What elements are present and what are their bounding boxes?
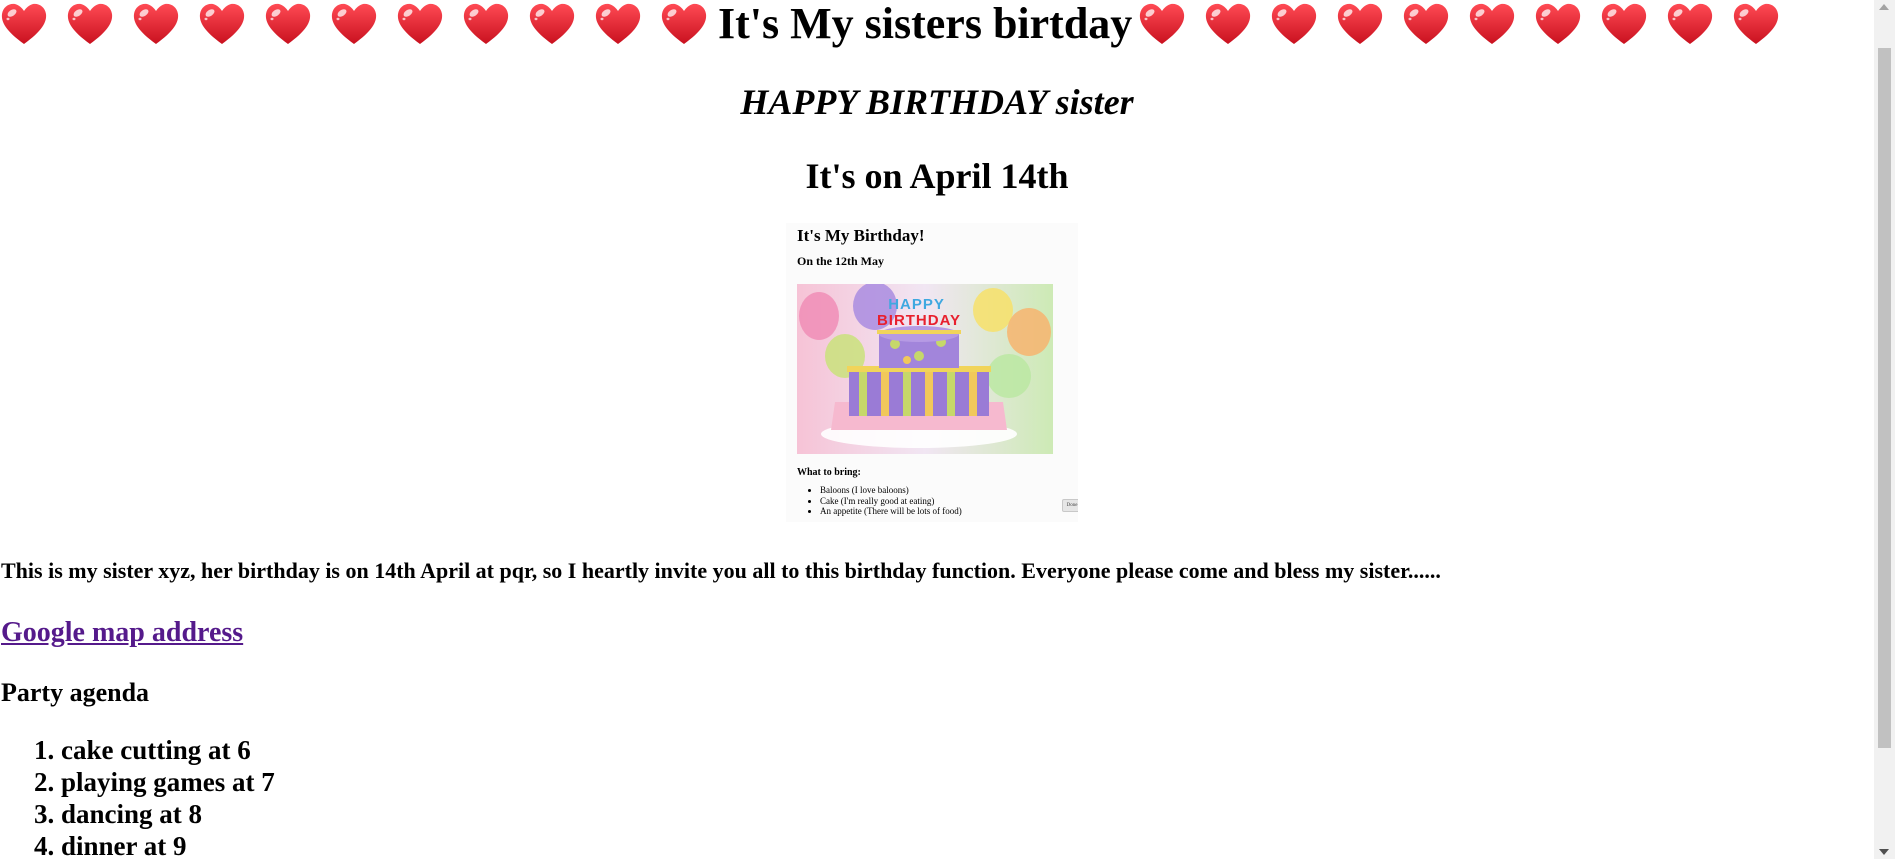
heart-icon <box>1666 2 1714 46</box>
heart-icon <box>660 2 708 46</box>
card-button: Done <box>1062 499 1078 512</box>
cake-topper-text: HAPPY BIRTHDAY <box>877 296 961 329</box>
bring-list: Baloons (I love baloons) Cake (I'm reall… <box>808 485 962 517</box>
heart-icon <box>1732 2 1780 46</box>
heart-icon <box>1534 2 1582 46</box>
list-item: An appetite (There will be lots of food) <box>820 506 962 517</box>
card-title: It's My Birthday! <box>797 226 925 245</box>
heart-icon <box>1204 2 1252 46</box>
heart-icon <box>528 2 576 46</box>
card-date: On the 12th May <box>797 254 884 268</box>
heart-icon <box>1336 2 1384 46</box>
page-title: It's My sisters birtday <box>718 0 1133 48</box>
intro-text: This is my sister xyz, her birthday is o… <box>1 558 1441 583</box>
scrollbar-thumb[interactable] <box>1878 48 1891 748</box>
scroll-down-arrow-icon[interactable] <box>1879 849 1889 855</box>
agenda-list: cake cutting at 6 playing games at 7 dan… <box>0 734 275 859</box>
agenda-item: dancing at 8 <box>61 798 275 830</box>
agenda-item: cake cutting at 6 <box>61 734 275 766</box>
heart-icon <box>396 2 444 46</box>
agenda-heading: Party agenda <box>1 678 150 707</box>
list-item: Cake (I'm really good at eating) <box>820 496 962 507</box>
heart-icon <box>1468 2 1516 46</box>
heart-icon <box>66 2 114 46</box>
heart-icon <box>1138 2 1186 46</box>
heart-icon <box>264 2 312 46</box>
heart-icon <box>1600 2 1648 46</box>
heart-icon <box>462 2 510 46</box>
title-row: It's My sisters birtday <box>0 0 1874 48</box>
heart-icon <box>594 2 642 46</box>
list-item: Baloons (I love baloons) <box>820 485 962 496</box>
heart-icon <box>132 2 180 46</box>
bring-label: What to bring: <box>797 467 861 478</box>
heart-icon <box>330 2 378 46</box>
page: It's My sisters birtday HAPPY BIRTHDAY s… <box>0 0 1874 859</box>
heart-icon <box>1402 2 1450 46</box>
vertical-scrollbar[interactable] <box>1874 0 1895 859</box>
subtitle: HAPPY BIRTHDAY sister <box>740 82 1134 122</box>
google-map-link[interactable]: Google map address <box>1 615 243 651</box>
cake-photo: HAPPY BIRTHDAY <box>797 284 1053 454</box>
agenda-item: playing games at 7 <box>61 766 275 798</box>
agenda-item: dinner at 9 <box>61 830 275 859</box>
heart-icon <box>1270 2 1318 46</box>
invite-card-image: It's My Birthday! On the 12th May HAPPY … <box>786 223 1078 522</box>
heart-icon <box>0 2 48 46</box>
scroll-up-arrow-icon[interactable] <box>1879 4 1889 10</box>
date-heading: It's on April 14th <box>805 156 1069 196</box>
heart-icon <box>198 2 246 46</box>
